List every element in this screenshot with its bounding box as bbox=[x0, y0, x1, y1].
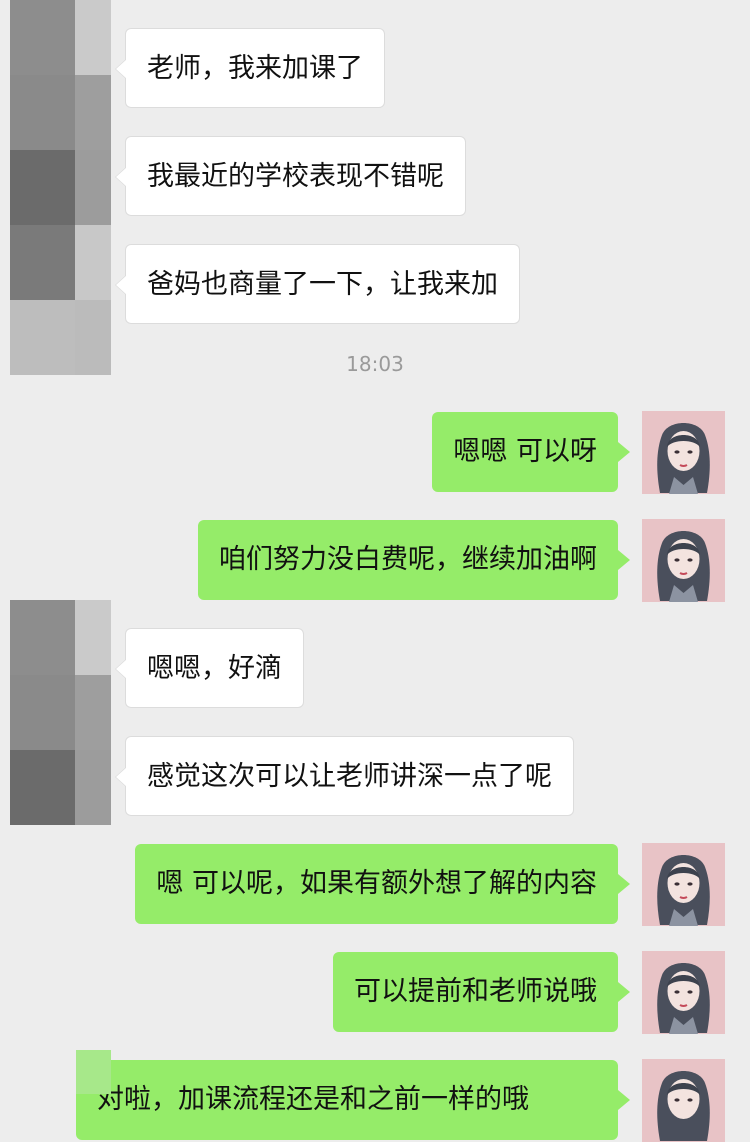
mosaic-cell bbox=[75, 675, 111, 750]
girl-avatar-svg bbox=[642, 411, 725, 494]
mosaic-cell bbox=[10, 675, 75, 750]
incoming-message-bubble[interactable]: 感觉这次可以让老师讲深一点了呢 bbox=[115, 736, 574, 816]
outgoing-message-bubble[interactable]: 嗯 可以呢，如果有额外想了解的内容 bbox=[135, 844, 630, 924]
contact-avatar-mosaic[interactable] bbox=[10, 0, 111, 375]
mosaic-cell bbox=[10, 225, 75, 300]
girl-avatar-icon[interactable] bbox=[642, 843, 725, 926]
girl-avatar-icon[interactable] bbox=[642, 519, 725, 602]
incoming-message-bubble[interactable]: 嗯嗯，好滴 bbox=[115, 628, 304, 708]
mosaic-cell bbox=[75, 750, 111, 825]
mosaic-cell bbox=[75, 600, 111, 675]
girl-avatar-icon[interactable] bbox=[642, 411, 725, 494]
incoming-message-bubble[interactable]: 我最近的学校表现不错呢 bbox=[115, 136, 466, 216]
pixelated-avatar-fragment bbox=[76, 1050, 111, 1094]
contact-avatar-mosaic[interactable] bbox=[10, 600, 111, 825]
incoming-message-bubble[interactable]: 老师，我来加课了 bbox=[115, 28, 385, 108]
message-timestamp: 18:03 bbox=[346, 352, 404, 376]
mosaic-cell bbox=[75, 150, 111, 225]
outgoing-message-bubble[interactable]: 对啦，加课流程还是和之前一样的哦 bbox=[76, 1060, 630, 1140]
incoming-message-bubble[interactable]: 爸妈也商量了一下，让我来加 bbox=[115, 244, 520, 324]
mosaic-cell bbox=[10, 75, 75, 150]
outgoing-message-bubble[interactable]: 咱们努力没白费呢，继续加油啊 bbox=[198, 520, 630, 600]
mosaic-cell bbox=[10, 750, 75, 825]
girl-avatar-svg bbox=[642, 843, 725, 926]
mosaic-cell bbox=[10, 150, 75, 225]
mosaic-cell bbox=[75, 75, 111, 150]
girl-avatar-svg bbox=[642, 1059, 725, 1142]
girl-avatar-svg bbox=[642, 519, 725, 602]
outgoing-message-bubble[interactable]: 可以提前和老师说哦 bbox=[333, 952, 630, 1032]
mosaic-cell bbox=[10, 600, 75, 675]
mosaic-cell bbox=[75, 225, 111, 300]
outgoing-message-bubble[interactable]: 嗯嗯 可以呀 bbox=[432, 412, 630, 492]
girl-avatar-icon[interactable] bbox=[642, 1059, 725, 1142]
mosaic-cell bbox=[10, 0, 75, 75]
mosaic-cell bbox=[75, 0, 111, 75]
girl-avatar-icon[interactable] bbox=[642, 951, 725, 1034]
girl-avatar-svg bbox=[642, 951, 725, 1034]
